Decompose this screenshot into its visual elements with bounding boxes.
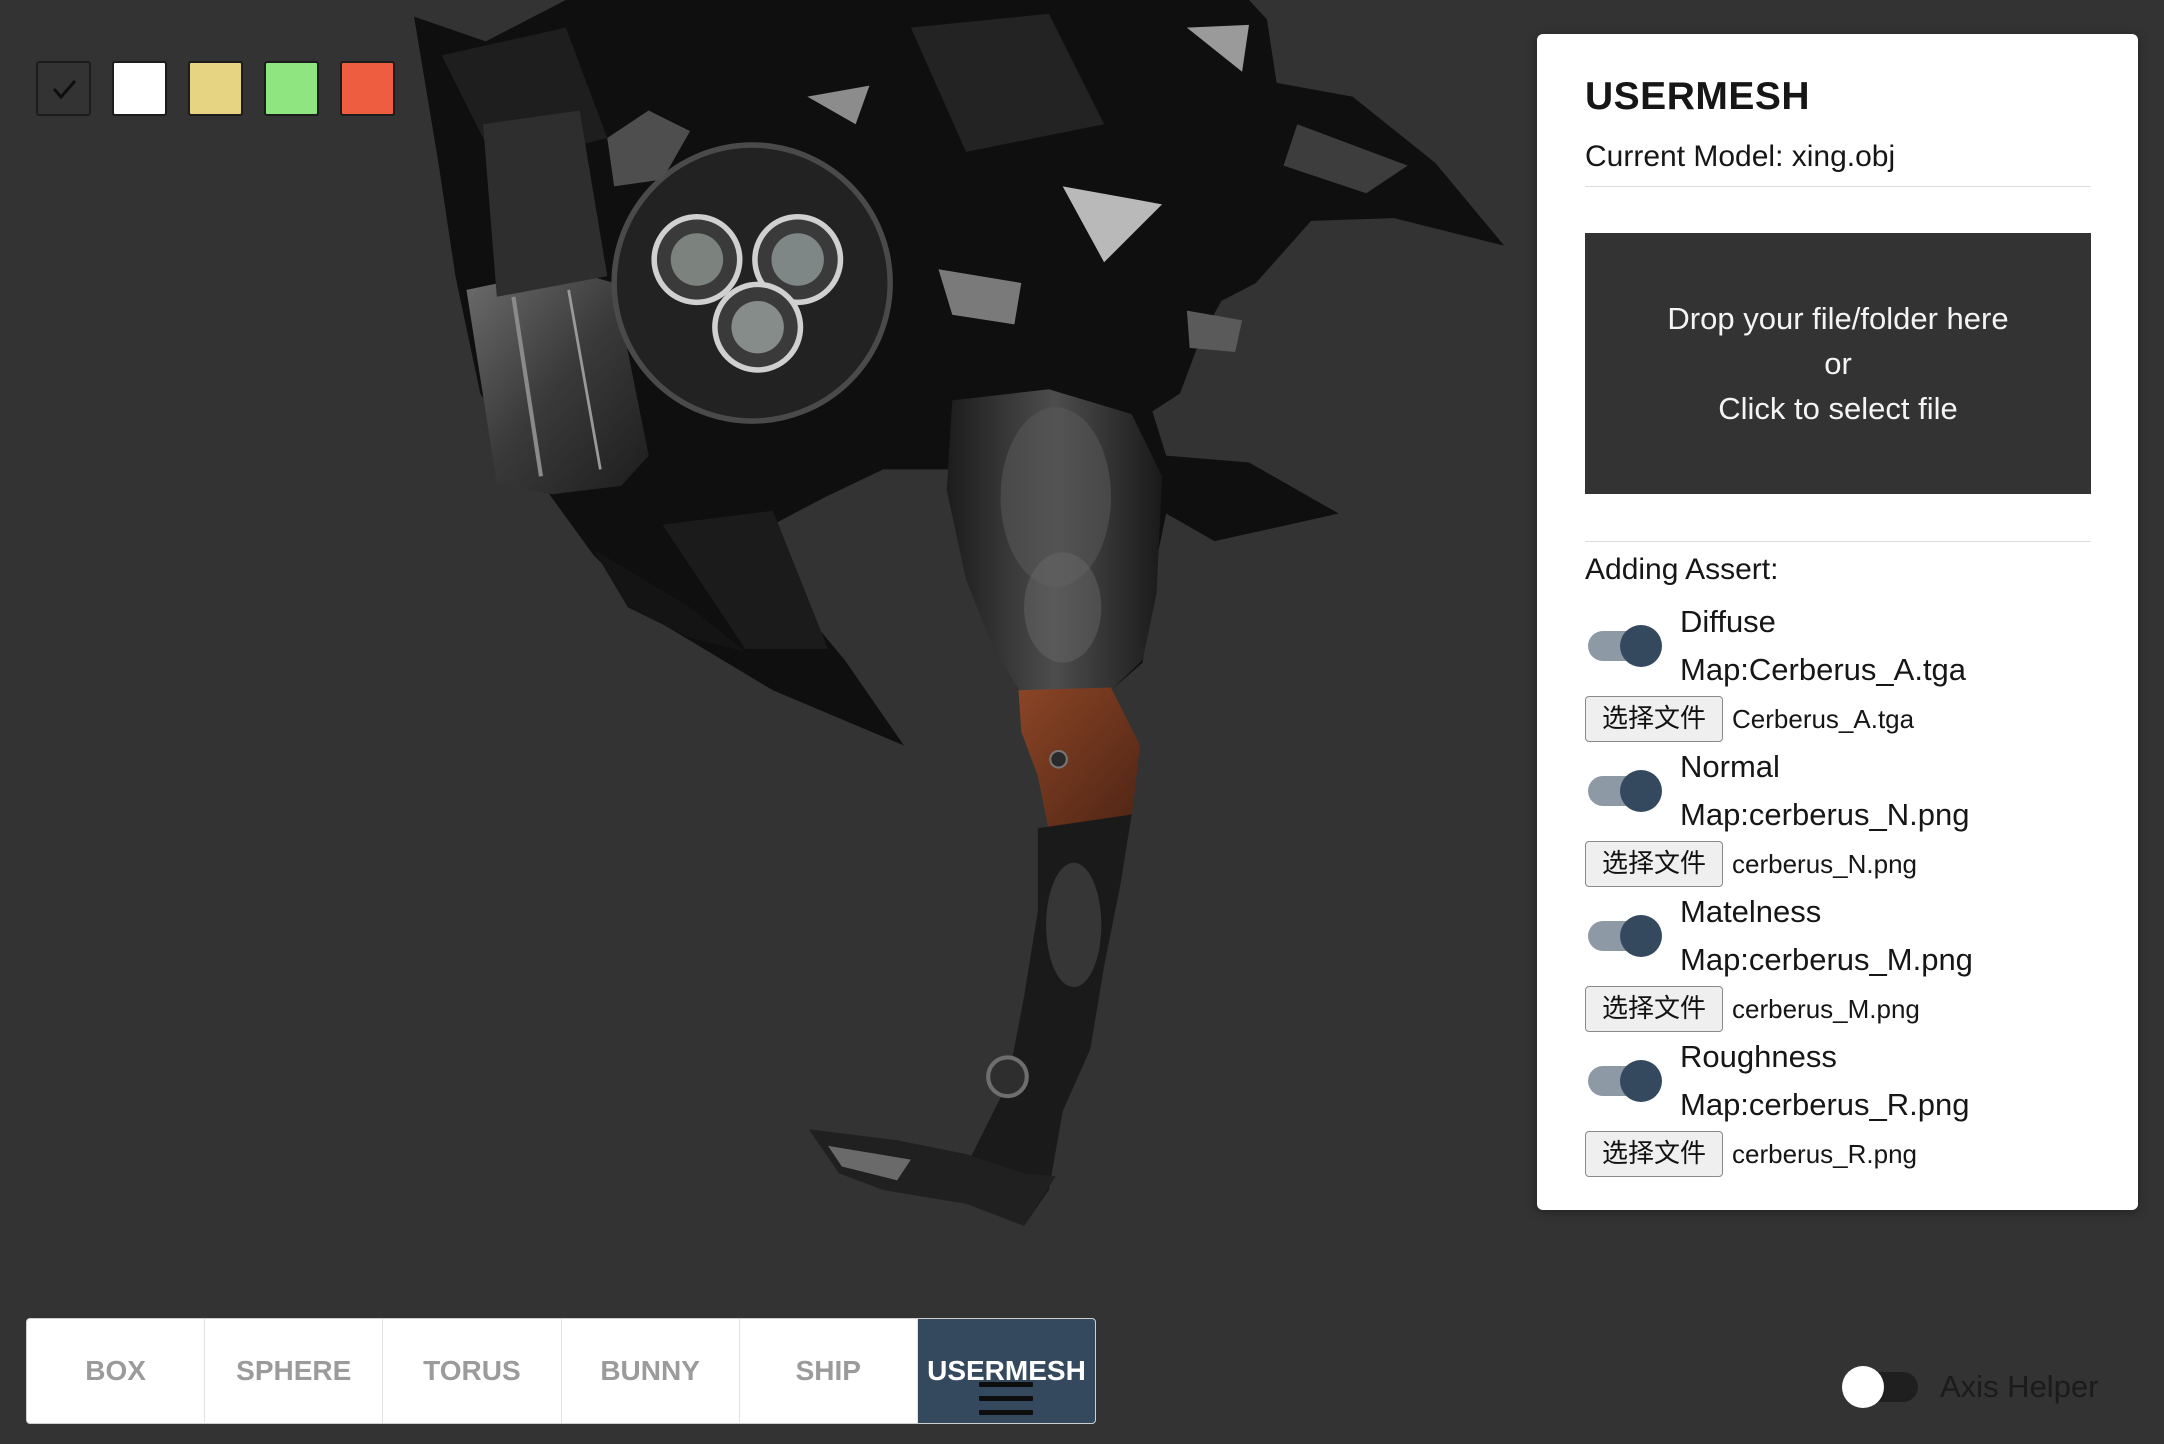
choose-file-button[interactable]: 选择文件 (1585, 1131, 1723, 1177)
tab-torus[interactable]: TORUS (382, 1319, 560, 1423)
toggle-knob (1620, 625, 1662, 667)
mesh-barrel-bore (771, 233, 824, 286)
axis-helper-toggle[interactable] (1842, 1366, 1918, 1408)
mesh-bolt (1049, 749, 1068, 769)
asset-type: Roughness (1680, 1039, 1837, 1074)
asset-map: Map:Cerberus_A.tga (1680, 652, 1967, 687)
asset-label: Diffuse Map:Cerberus_A.tga (1680, 598, 1966, 694)
asset-map: Map:cerberus_M.png (1680, 942, 1973, 977)
asset-label: Roughness Map:cerberus_R.png (1680, 1033, 1970, 1129)
asset-row-matelness: Matelness Map:cerberus_M.png 选择文件 cerber… (1537, 888, 2138, 1034)
mesh-texture (1046, 862, 1102, 988)
mesh-texture (1024, 552, 1102, 663)
tab-label: BOX (85, 1355, 146, 1386)
asset-label: Normal Map:cerberus_N.png (1680, 743, 1970, 839)
divider (1585, 541, 2091, 542)
divider (1585, 186, 2091, 187)
tab-label: SHIP (795, 1355, 861, 1386)
assets-heading: Adding Assert: (1585, 553, 1779, 586)
selected-file-name: cerberus_M.png (1732, 994, 1920, 1024)
dropzone-line: Click to select file (1718, 391, 1958, 426)
mesh-tab-bar: BOX SPHERE TORUS BUNNY SHIP USERMESH (26, 1318, 1096, 1424)
mesh-barrel-bore (731, 300, 784, 354)
choose-file-button[interactable]: 选择文件 (1585, 696, 1723, 742)
asset-map: Map:cerberus_N.png (1680, 797, 1970, 832)
selected-file-name: Cerberus_A.tga (1732, 704, 1915, 734)
toggle-knob (1842, 1366, 1884, 1408)
dropzone-line: or (1824, 346, 1852, 381)
tab-box[interactable]: BOX (27, 1319, 204, 1423)
color-swatch[interactable] (340, 61, 395, 116)
current-model-label: Current Model: xing.obj (1585, 140, 1896, 173)
file-dropzone[interactable]: Drop your file/folder here or Click to s… (1585, 233, 2091, 494)
mesh-wrap (1018, 687, 1140, 832)
asset-label: Matelness Map:cerberus_M.png (1680, 888, 1973, 984)
matelness-map-toggle[interactable] (1588, 915, 1662, 957)
diffuse-map-toggle[interactable] (1588, 625, 1662, 667)
dropzone-line: Drop your file/folder here (1667, 301, 2009, 336)
hamburger-line (979, 1382, 1034, 1387)
choose-file-button[interactable]: 选择文件 (1585, 986, 1723, 1032)
selected-file-name: cerberus_R.png (1732, 1139, 1917, 1169)
selected-file-name: cerberus_N.png (1732, 849, 1917, 879)
axis-helper-control: Axis Helper (1842, 1366, 2099, 1408)
color-swatch[interactable] (264, 61, 319, 116)
hamburger-line (979, 1396, 1034, 1401)
hamburger-line (979, 1410, 1034, 1415)
panel-title: USERMESH (1585, 75, 1811, 118)
toggle-knob (1620, 1060, 1662, 1102)
mesh-barrel-bore (670, 233, 724, 286)
color-swatch[interactable] (112, 61, 167, 116)
tab-label: TORUS (423, 1355, 521, 1386)
tab-sphere[interactable]: SPHERE (204, 1319, 382, 1423)
background-color-swatches (36, 61, 395, 116)
tab-label: SPHERE (236, 1355, 352, 1386)
asset-row-diffuse: Diffuse Map:Cerberus_A.tga 选择文件 Cerberus… (1537, 598, 2138, 744)
mesh-texture (986, 1055, 1029, 1099)
model-mesh (414, 0, 1505, 1226)
mesh-highlight (1186, 310, 1243, 353)
color-swatch[interactable] (188, 61, 243, 116)
toggle-knob (1620, 770, 1662, 812)
tab-usermesh[interactable]: USERMESH (916, 1319, 1095, 1423)
usermesh-panel: USERMESH Current Model: xing.obj Drop yo… (1537, 34, 2138, 1210)
tab-bunny[interactable]: BUNNY (560, 1319, 739, 1423)
asset-type: Diffuse (1680, 604, 1776, 639)
normal-map-toggle[interactable] (1588, 770, 1662, 812)
asset-type: Normal (1680, 749, 1780, 784)
axis-helper-label: Axis Helper (1940, 1369, 2099, 1404)
asset-map: Map:cerberus_R.png (1680, 1087, 1970, 1122)
hamburger-icon[interactable] (979, 1382, 1034, 1416)
choose-file-button[interactable]: 选择文件 (1585, 841, 1723, 887)
check-icon (52, 79, 76, 99)
toggle-knob (1620, 915, 1662, 957)
asset-row-roughness: Roughness Map:cerberus_R.png 选择文件 cerber… (1537, 1033, 2138, 1179)
roughness-map-toggle[interactable] (1588, 1060, 1662, 1102)
tab-label: BUNNY (600, 1355, 700, 1386)
tab-ship[interactable]: SHIP (738, 1319, 917, 1423)
asset-row-normal: Normal Map:cerberus_N.png 选择文件 cerberus_… (1537, 743, 2138, 889)
asset-type: Matelness (1680, 894, 1822, 929)
color-swatch[interactable] (36, 61, 91, 116)
